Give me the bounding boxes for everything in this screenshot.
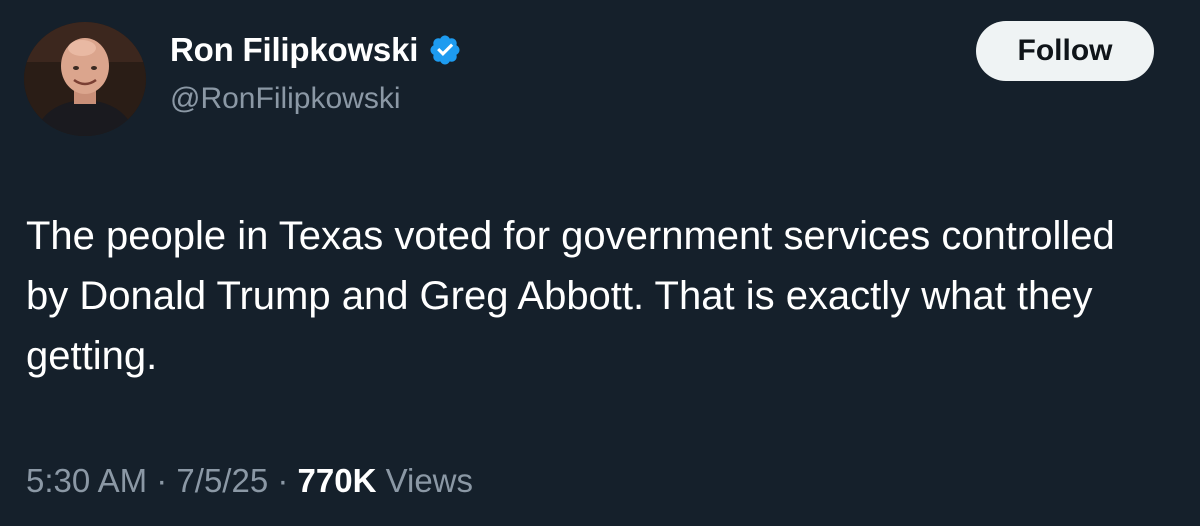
- views-label: Views: [385, 462, 474, 499]
- meta-separator: ·: [156, 462, 168, 499]
- display-name-row: Ron Filipkowski: [170, 30, 462, 70]
- meta-separator: ·: [277, 462, 289, 499]
- avatar[interactable]: [24, 22, 146, 136]
- tweet-time[interactable]: 5:30 AM: [26, 462, 147, 499]
- user-handle[interactable]: @RonFilipkowski: [170, 82, 401, 116]
- display-name[interactable]: Ron Filipkowski: [170, 31, 418, 69]
- tweet-text: The people in Texas voted for government…: [26, 214, 1115, 378]
- tweet-card: Ron Filipkowski @RonFilipkowski Follow T…: [0, 0, 1200, 526]
- avatar-image: [24, 22, 146, 136]
- views-count[interactable]: 770K: [298, 462, 377, 499]
- tweet-meta: 5:30 AM · 7/5/25 · 770K Views: [26, 462, 473, 500]
- follow-button[interactable]: Follow: [976, 21, 1154, 81]
- verified-badge-icon[interactable]: [428, 33, 462, 67]
- tweet-date[interactable]: 7/5/25: [176, 462, 268, 499]
